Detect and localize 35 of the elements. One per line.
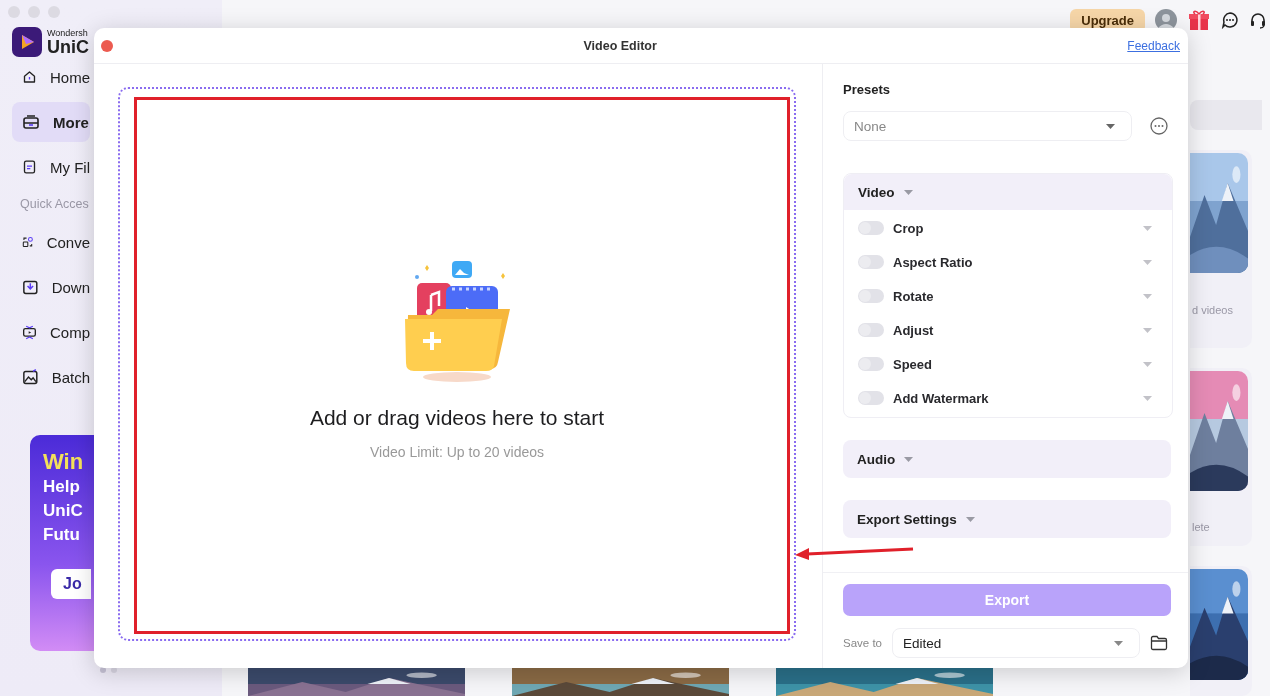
section-header[interactable]: Video [844, 174, 1172, 210]
drop-heading: Add or drag videos here to start [309, 406, 605, 430]
nav-item[interactable]: More [12, 102, 90, 142]
option-label: Rotate [893, 288, 935, 304]
option-label: Speed [893, 356, 933, 372]
brand-name: UniC [47, 37, 89, 56]
section-label: Quick Acces [20, 196, 90, 213]
card-caption: lete [1191, 521, 1211, 533]
section-header[interactable]: Export Settings [843, 500, 1171, 538]
join-button[interactable]: Jo [51, 569, 91, 599]
drop-hint: Video Limit: Up to 20 videos [369, 444, 545, 460]
save-location-dropdown[interactable]: Edited [892, 628, 1140, 658]
nav-item[interactable]: Conve [12, 222, 90, 262]
promo-title: Win [43, 449, 85, 475]
drop-zone[interactable]: Add or drag videos here to start Video Limit: Up to 20 videos [118, 87, 796, 641]
promo-text: Futu [43, 524, 81, 546]
option-label: Crop [893, 220, 925, 236]
presets-label: Presets [843, 82, 891, 97]
option-label: Adjust [893, 322, 935, 338]
save-to-label: Save to [843, 637, 882, 649]
nav-item[interactable]: Down [12, 267, 90, 307]
nav-item[interactable]: Comp [12, 312, 90, 352]
presets-dropdown[interactable]: None [843, 111, 1132, 141]
promo-text: Help [43, 476, 81, 498]
option-label: Add Watermark [893, 390, 990, 406]
nav-item[interactable]: Batch [12, 357, 90, 397]
window-title: Video Editor [582, 38, 658, 53]
section-header[interactable]: Audio [843, 440, 1171, 478]
nav-item[interactable]: Home [12, 57, 90, 97]
feedback-link[interactable]: Feedback [1127, 38, 1180, 53]
option-label: Aspect Ratio [893, 254, 974, 270]
nav-item[interactable]: My Fil [12, 147, 90, 187]
promo-text: UniC [43, 500, 84, 522]
card-caption: d videos [1191, 304, 1234, 316]
brand-text: Wondersh [47, 28, 89, 38]
